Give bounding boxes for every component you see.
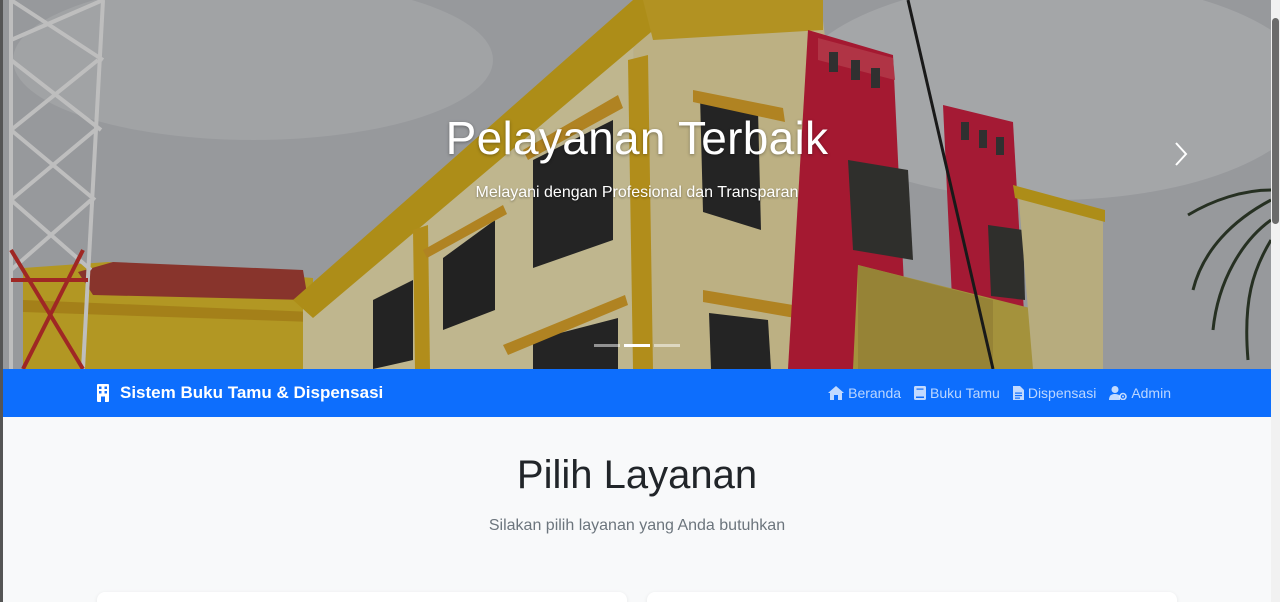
scrollbar-thumb[interactable] bbox=[1272, 18, 1279, 224]
chevron-right-icon bbox=[1175, 142, 1188, 166]
carousel-indicators bbox=[3, 344, 1271, 347]
navbar-brand[interactable]: Sistem Buku Tamu & Dispensasi bbox=[96, 369, 383, 417]
carousel-indicator-3[interactable] bbox=[654, 344, 680, 347]
hero-title: Pelayanan Terbaik bbox=[445, 112, 829, 164]
page-title: Pilih Layanan bbox=[516, 453, 758, 497]
navbar: Sistem Buku Tamu & Dispensasi Beranda Bu… bbox=[3, 369, 1271, 417]
nav-link-admin[interactable]: Admin bbox=[1109, 385, 1171, 401]
window-edge bbox=[0, 0, 3, 602]
building-icon bbox=[97, 384, 109, 402]
nav-links: Beranda Buku Tamu Dispensasi Admin bbox=[828, 369, 1171, 417]
nav-link-label: Dispensasi bbox=[1027, 385, 1097, 401]
service-card-2[interactable] bbox=[647, 592, 1177, 602]
file-icon bbox=[1012, 386, 1024, 400]
nav-link-label: Beranda bbox=[848, 385, 902, 401]
carousel-indicator-1[interactable] bbox=[594, 344, 620, 347]
nav-link-dispensasi[interactable]: Dispensasi bbox=[1012, 385, 1097, 401]
nav-link-beranda[interactable]: Beranda bbox=[828, 385, 901, 401]
book-icon bbox=[914, 386, 927, 400]
hero-subtitle: Melayani dengan Profesional dan Transpar… bbox=[475, 184, 799, 201]
page-subtitle: Silakan pilih layanan yang Anda butuhkan bbox=[488, 517, 786, 534]
brand-title: Sistem Buku Tamu & Dispensasi bbox=[120, 383, 384, 402]
nav-link-label: Buku Tamu bbox=[930, 385, 1000, 401]
carousel-next-button[interactable] bbox=[1161, 134, 1201, 174]
user-cog-icon bbox=[1109, 386, 1128, 400]
carousel-indicator-2[interactable] bbox=[624, 344, 650, 347]
hero-carousel: Pelayanan Terbaik Melayani dengan Profes… bbox=[3, 0, 1271, 369]
nav-link-label: Admin bbox=[1131, 385, 1171, 401]
nav-link-buku-tamu[interactable]: Buku Tamu bbox=[914, 385, 1000, 401]
service-selection: Pilih Layanan Silakan pilih layanan yang… bbox=[3, 417, 1271, 602]
home-icon bbox=[828, 386, 845, 400]
service-card-1[interactable] bbox=[97, 592, 627, 602]
